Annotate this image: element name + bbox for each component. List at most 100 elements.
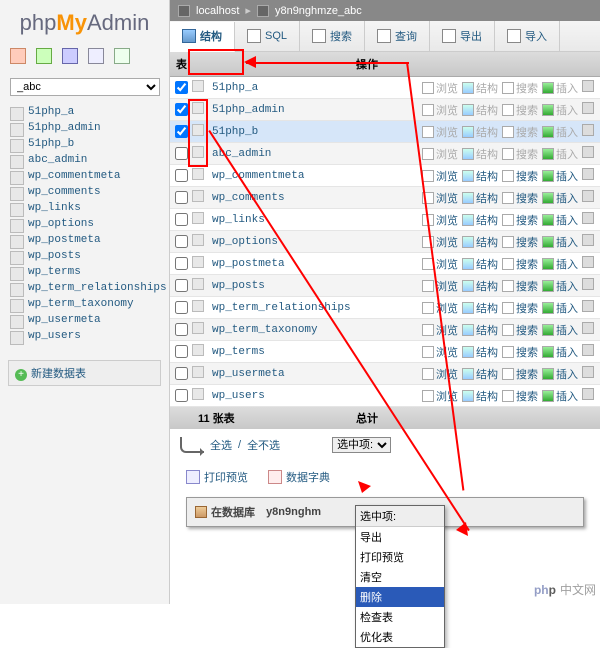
nav-table-item[interactable]: wp_commentmeta	[10, 168, 165, 184]
unselect-all-link[interactable]: 全不选	[247, 437, 280, 453]
op-insert[interactable]: 插入	[542, 366, 578, 382]
op-structure[interactable]: 结构	[462, 388, 498, 404]
trash-icon[interactable]	[582, 256, 594, 268]
tab-search[interactable]: 搜索	[300, 21, 365, 51]
op-insert[interactable]: 插入	[542, 168, 578, 184]
row-checkbox[interactable]	[175, 213, 188, 226]
op-browse[interactable]: 浏览	[422, 190, 458, 206]
op-browse[interactable]: 浏览	[422, 366, 458, 382]
table-name[interactable]: 51php_admin	[210, 104, 350, 116]
trash-icon[interactable]	[582, 366, 594, 378]
row-checkbox[interactable]	[175, 103, 188, 116]
trash-icon[interactable]	[582, 146, 594, 158]
op-browse[interactable]: 浏览	[422, 300, 458, 316]
trash-icon[interactable]	[582, 212, 594, 224]
op-search[interactable]: 搜索	[502, 190, 538, 206]
op-insert[interactable]: 插入	[542, 212, 578, 228]
nav-table-item[interactable]: wp_comments	[10, 184, 165, 200]
op-insert[interactable]: 插入	[542, 300, 578, 316]
nav-table-item[interactable]: wp_users	[10, 328, 165, 344]
op-search[interactable]: 搜索	[502, 212, 538, 228]
tab-export[interactable]: 导出	[430, 21, 495, 51]
database-select[interactable]: _abc	[10, 78, 160, 96]
bulk-action-select[interactable]: 选中项:	[332, 437, 391, 453]
trash-icon[interactable]	[582, 388, 594, 400]
op-browse[interactable]: 浏览	[422, 124, 458, 140]
breadcrumb-host[interactable]: localhost	[196, 5, 239, 17]
row-checkbox[interactable]	[175, 367, 188, 380]
op-search[interactable]: 搜索	[502, 278, 538, 294]
op-insert[interactable]: 插入	[542, 102, 578, 118]
dropdown-option[interactable]: 导出	[356, 527, 444, 547]
trash-icon[interactable]	[582, 278, 594, 290]
nav-table-item[interactable]: wp_usermeta	[10, 312, 165, 328]
op-structure[interactable]: 结构	[462, 190, 498, 206]
op-browse[interactable]: 浏览	[422, 344, 458, 360]
row-checkbox[interactable]	[175, 191, 188, 204]
table-name[interactable]: wp_users	[210, 390, 350, 402]
op-structure[interactable]: 结构	[462, 322, 498, 338]
docs-icon[interactable]	[88, 48, 104, 64]
op-browse[interactable]: 浏览	[422, 80, 458, 96]
tab-sql[interactable]: SQL	[235, 21, 300, 51]
tab-structure[interactable]: 结构	[170, 22, 235, 52]
trash-icon[interactable]	[582, 80, 594, 92]
op-search[interactable]: 搜索	[502, 256, 538, 272]
row-checkbox[interactable]	[175, 169, 188, 182]
op-insert[interactable]: 插入	[542, 344, 578, 360]
nav-table-item[interactable]: wp_options	[10, 216, 165, 232]
data-dictionary-link[interactable]: 数据字典	[268, 469, 330, 485]
op-structure[interactable]: 结构	[462, 344, 498, 360]
row-checkbox[interactable]	[175, 147, 188, 160]
op-browse[interactable]: 浏览	[422, 234, 458, 250]
print-preview-link[interactable]: 打印预览	[186, 469, 248, 485]
table-name[interactable]: wp_term_relationships	[210, 302, 351, 314]
op-search[interactable]: 搜索	[502, 344, 538, 360]
op-structure[interactable]: 结构	[462, 212, 498, 228]
dropdown-option[interactable]: 检查表	[356, 607, 444, 627]
trash-icon[interactable]	[582, 322, 594, 334]
op-browse[interactable]: 浏览	[422, 256, 458, 272]
tab-import[interactable]: 导入	[495, 21, 560, 51]
nav-table-item[interactable]: 51php_a	[10, 104, 165, 120]
op-browse[interactable]: 浏览	[422, 388, 458, 404]
trash-icon[interactable]	[582, 234, 594, 246]
nav-table-item[interactable]: 51php_admin	[10, 120, 165, 136]
op-browse[interactable]: 浏览	[422, 146, 458, 162]
op-insert[interactable]: 插入	[542, 190, 578, 206]
op-structure[interactable]: 结构	[462, 102, 498, 118]
op-structure[interactable]: 结构	[462, 168, 498, 184]
table-name[interactable]: wp_postmeta	[210, 258, 350, 270]
op-search[interactable]: 搜索	[502, 388, 538, 404]
select-all-link[interactable]: 全选	[210, 437, 232, 453]
trash-icon[interactable]	[582, 102, 594, 114]
row-checkbox[interactable]	[175, 301, 188, 314]
table-name[interactable]: wp_links	[210, 214, 350, 226]
row-checkbox[interactable]	[175, 389, 188, 402]
dropdown-option[interactable]: 优化表	[356, 627, 444, 647]
row-checkbox[interactable]	[175, 345, 188, 358]
home-icon[interactable]	[10, 48, 26, 64]
op-search[interactable]: 搜索	[502, 146, 538, 162]
nav-table-item[interactable]: wp_posts	[10, 248, 165, 264]
op-browse[interactable]: 浏览	[422, 322, 458, 338]
nav-table-item[interactable]: wp_links	[10, 200, 165, 216]
op-insert[interactable]: 插入	[542, 80, 578, 96]
nav-table-item[interactable]: wp_postmeta	[10, 232, 165, 248]
trash-icon[interactable]	[582, 168, 594, 180]
table-name[interactable]: wp_usermeta	[210, 368, 350, 380]
nav-table-item[interactable]: 51php_b	[10, 136, 165, 152]
trash-icon[interactable]	[582, 190, 594, 202]
breadcrumb-db[interactable]: y8n9nghmze_abc	[275, 5, 362, 17]
op-browse[interactable]: 浏览	[422, 278, 458, 294]
trash-icon[interactable]	[582, 300, 594, 312]
create-table-button[interactable]: +新建数据表	[8, 360, 161, 386]
op-insert[interactable]: 插入	[542, 234, 578, 250]
op-insert[interactable]: 插入	[542, 278, 578, 294]
row-checkbox[interactable]	[175, 235, 188, 248]
table-name[interactable]: 51php_b	[210, 126, 350, 138]
op-search[interactable]: 搜索	[502, 322, 538, 338]
op-search[interactable]: 搜索	[502, 300, 538, 316]
row-checkbox[interactable]	[175, 323, 188, 336]
nav-table-item[interactable]: wp_term_taxonomy	[10, 296, 165, 312]
